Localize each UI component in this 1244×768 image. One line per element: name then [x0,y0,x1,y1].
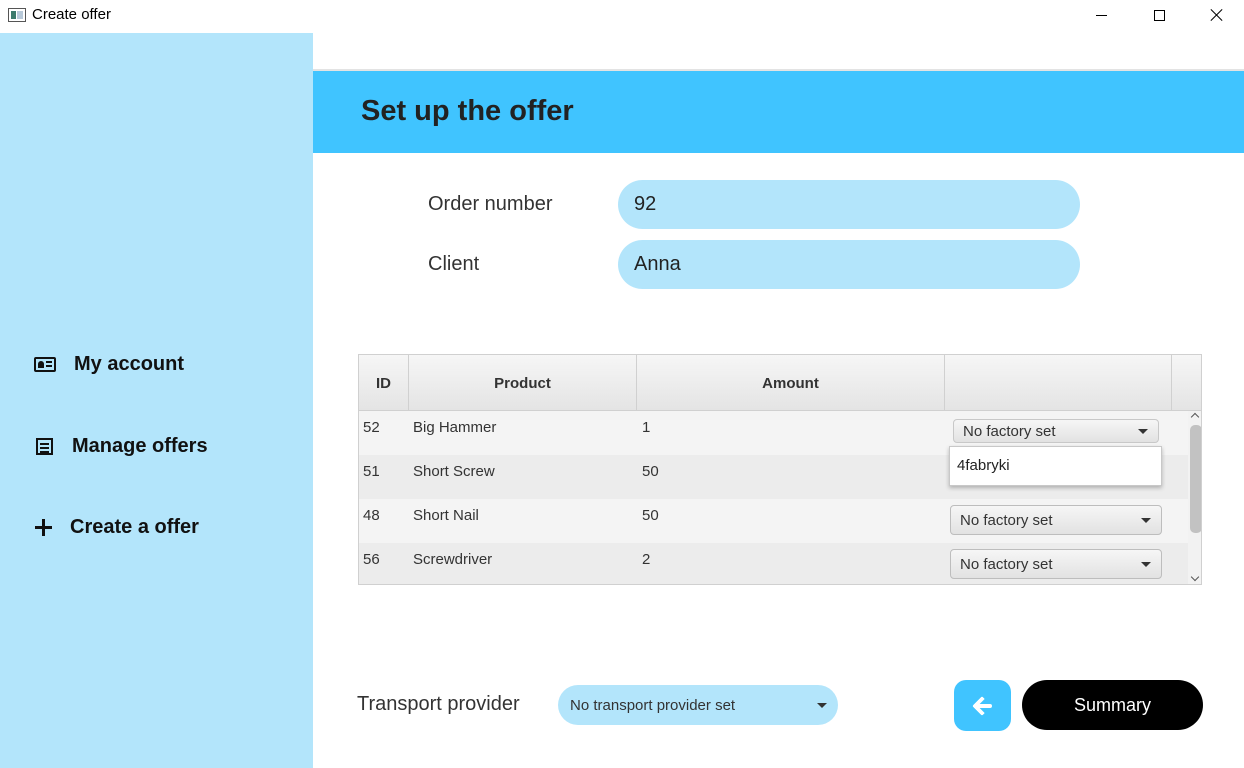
list-icon [36,438,53,455]
column-header-product[interactable]: Product [409,355,637,411]
sidebar-item-my-account[interactable]: My account [34,353,184,376]
factory-select-value: No factory set [960,555,1053,573]
cell-id: 51 [363,463,380,480]
chevron-down-icon [1141,518,1151,523]
page-header: Set up the offer [313,69,1244,153]
scrollbar-thumb[interactable] [1190,425,1201,533]
window-title: Create offer [32,6,111,23]
sidebar-item-label: Create a offer [70,516,199,538]
client-field[interactable]: Anna [618,240,1080,289]
cell-amount: 50 [642,463,659,480]
chevron-down-icon [1138,429,1148,434]
scroll-down-icon[interactable] [1190,572,1200,582]
cell-product: Screwdriver [413,551,493,568]
app-icon [8,8,26,22]
client-label: Client [428,253,480,275]
chevron-down-icon [1141,562,1151,567]
cell-amount: 2 [642,551,651,568]
cell-amount: 50 [642,507,659,524]
factory-select[interactable]: No factory set [950,549,1162,579]
column-header-factory[interactable] [945,355,1172,411]
window-titlebar: Create offer [0,0,1244,32]
transport-provider-select[interactable]: No transport provider set [558,685,838,725]
dropdown-option[interactable]: 4fabryki [957,457,1161,474]
factory-select-value: No factory set [960,511,1053,529]
close-icon [1210,8,1224,22]
scroll-up-icon[interactable] [1190,412,1200,422]
chevron-down-icon [817,703,827,708]
factory-select-value: No factory set [963,422,1056,440]
page-title: Set up the offer [361,95,574,127]
cell-amount: 1 [642,419,651,436]
plus-icon [35,519,52,536]
cell-product: Short Nail [413,507,479,524]
summary-button[interactable]: Summary [1022,680,1203,730]
sidebar-item-manage-offers[interactable]: Manage offers [34,435,208,458]
sidebar-item-label: Manage offers [72,435,208,457]
cell-product: Big Hammer [413,419,497,436]
factory-dropdown-menu: 4fabryki [949,446,1162,486]
minimize-button[interactable] [1072,0,1130,30]
cell-id: 48 [363,507,380,524]
cell-id: 52 [363,419,380,436]
table-row[interactable]: 48 Short Nail 50 No factory set [359,499,1188,543]
arrow-left-icon [973,696,993,716]
cell-product: Short Screw [413,463,495,480]
sidebar: My account Manage offers Create a offer [0,33,313,768]
table-header: ID Product Amount [359,355,1201,411]
column-header-amount[interactable]: Amount [637,355,945,411]
id-card-icon [34,357,56,372]
order-number-label: Order number [428,193,553,215]
order-number-field[interactable]: 92 [618,180,1080,229]
column-header-corner [1172,355,1201,411]
minimize-icon [1095,14,1107,16]
table-row[interactable]: 56 Screwdriver 2 No factory set [359,543,1188,584]
transport-provider-label: Transport provider [357,693,520,715]
transport-provider-value: No transport provider set [570,696,736,714]
back-button[interactable] [954,680,1011,731]
maximize-button[interactable] [1130,0,1188,30]
factory-select[interactable]: No factory set [953,419,1159,443]
maximize-icon [1153,9,1165,21]
sidebar-item-create-offer[interactable]: Create a offer [34,516,199,539]
factory-select[interactable]: No factory set [950,505,1162,535]
sidebar-item-label: My account [74,353,185,375]
cell-id: 56 [363,551,380,568]
close-button[interactable] [1188,0,1244,30]
table-scrollbar[interactable] [1188,411,1201,584]
column-header-id[interactable]: ID [359,355,409,411]
